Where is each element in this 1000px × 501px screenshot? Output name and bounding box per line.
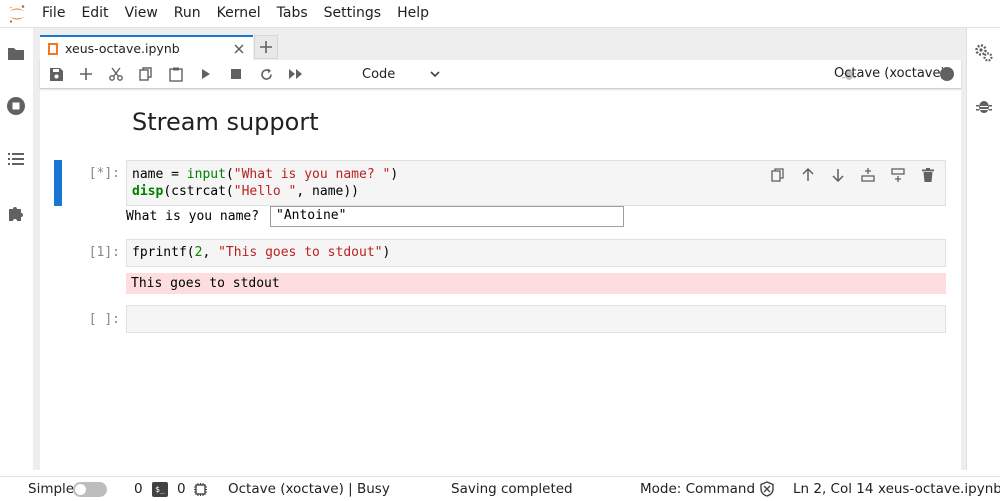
menu-bar: File Edit View Run Kernel Tabs Settings … — [0, 0, 1000, 28]
current-filename: xeus-octave.ipynb — [878, 481, 1000, 497]
running-sessions-icon[interactable] — [5, 95, 27, 117]
code-line-1: name = input("What is you name? ") — [132, 167, 399, 182]
property-inspector-gears-icon[interactable] — [973, 42, 995, 64]
stop-icon — [231, 69, 241, 79]
save-status: Saving completed — [451, 481, 573, 497]
kernel-name-button[interactable]: Octave (xoctave) — [834, 64, 946, 84]
close-icon[interactable] — [229, 39, 249, 59]
plus-icon — [260, 41, 272, 53]
markdown-heading: Stream support — [132, 108, 319, 136]
cell-2-editor[interactable]: fprintf(2, "This goes to stdout") — [126, 239, 946, 267]
terminal-icon[interactable]: $_ — [152, 482, 168, 497]
mode-indicator: Mode: Command — [640, 481, 756, 497]
kernel-status-text[interactable]: Octave (xoctave) | Busy — [228, 477, 390, 501]
menu-tabs[interactable]: Tabs — [269, 0, 316, 27]
insert-above-icon — [861, 168, 875, 182]
trusted-shield-icon[interactable] — [759, 481, 775, 497]
jupyter-logo-icon — [0, 0, 34, 27]
copy-button[interactable] — [134, 64, 158, 84]
cell-3-editor[interactable] — [126, 305, 946, 333]
stdin-prompt: What is you name? — [126, 209, 260, 224]
simple-mode-toggle[interactable] — [73, 482, 107, 497]
cell-type-value: Code — [362, 66, 396, 82]
save-button[interactable] — [44, 64, 68, 84]
kernels-count: 0 — [177, 481, 186, 497]
toggle-knob — [75, 484, 86, 495]
right-sidebar — [966, 28, 1000, 470]
scissors-icon — [109, 67, 123, 81]
insert-cell-below-button[interactable] — [889, 166, 907, 184]
restart-button[interactable] — [254, 64, 278, 84]
restart-run-all-button[interactable] — [284, 64, 308, 84]
extension-puzzle-icon[interactable] — [5, 202, 27, 224]
notebook-tab[interactable]: xeus-octave.ipynb — [40, 35, 253, 60]
kernel-chip-icon[interactable] — [193, 482, 208, 497]
insert-cell-above-button[interactable] — [859, 166, 877, 184]
insert-cell-button[interactable] — [74, 64, 98, 84]
terminals-count: 0 — [134, 481, 143, 497]
copy-icon — [139, 67, 152, 81]
menu-kernel[interactable]: Kernel — [209, 0, 269, 27]
menu-run[interactable]: Run — [166, 0, 209, 27]
notebook-toolbar: Code Octave (xoctave) — [40, 60, 961, 89]
code-line-2: disp(cstrcat("Hello ", name)) — [132, 184, 360, 199]
trash-icon — [922, 168, 934, 182]
new-tab-button[interactable] — [254, 35, 278, 59]
notebook-file-icon — [48, 42, 58, 55]
cut-button[interactable] — [104, 64, 128, 84]
insert-below-icon — [891, 168, 905, 182]
menu-view[interactable]: View — [117, 0, 166, 27]
kernel-status-indicator — [940, 67, 954, 81]
play-icon — [202, 69, 210, 79]
stdin-input[interactable]: "Antoine" — [270, 206, 624, 227]
duplicate-cell-button[interactable] — [769, 166, 787, 184]
delete-cell-button[interactable] — [919, 166, 937, 184]
cell-1-editor[interactable]: name = input("What is you name? ") disp(… — [126, 160, 946, 206]
debugger-bug-icon[interactable] — [973, 95, 995, 117]
menu-help[interactable]: Help — [389, 0, 437, 27]
folder-icon[interactable] — [5, 42, 27, 64]
chevron-down-icon — [430, 71, 440, 77]
menu-file[interactable]: File — [34, 0, 73, 27]
arrow-up-icon — [802, 168, 814, 181]
paste-button[interactable] — [164, 64, 188, 84]
stderr-output: This goes to stdout — [126, 273, 946, 294]
cell-3-prompt: [ ]: — [88, 312, 120, 327]
menu-settings[interactable]: Settings — [316, 0, 389, 27]
menu-edit[interactable]: Edit — [73, 0, 116, 27]
refresh-icon — [260, 68, 272, 80]
move-cell-up-button[interactable] — [799, 166, 817, 184]
cell-type-select[interactable]: Code — [354, 64, 446, 84]
plus-icon — [80, 68, 92, 80]
interrupt-button[interactable] — [224, 64, 248, 84]
left-sidebar — [0, 28, 34, 470]
duplicate-icon — [771, 168, 784, 182]
cell-2-prompt: [1]: — [88, 245, 120, 260]
arrow-down-icon — [832, 169, 844, 182]
move-cell-down-button[interactable] — [829, 166, 847, 184]
paste-icon — [169, 67, 183, 82]
code-line-1: fprintf(2, "This goes to stdout") — [132, 245, 391, 260]
fast-forward-icon — [289, 69, 302, 79]
tab-label: xeus-octave.ipynb — [65, 41, 180, 56]
status-bar: Simple 0 $_ 0 Octave (xoctave) | Busy Sa… — [0, 476, 1000, 501]
save-icon — [49, 67, 63, 81]
cursor-position[interactable]: Ln 2, Col 14 — [793, 477, 873, 501]
simple-mode-label: Simple — [28, 481, 75, 497]
cell-1-prompt: [*]: — [88, 166, 120, 181]
run-button[interactable] — [194, 64, 218, 84]
table-of-contents-icon[interactable] — [5, 148, 27, 170]
